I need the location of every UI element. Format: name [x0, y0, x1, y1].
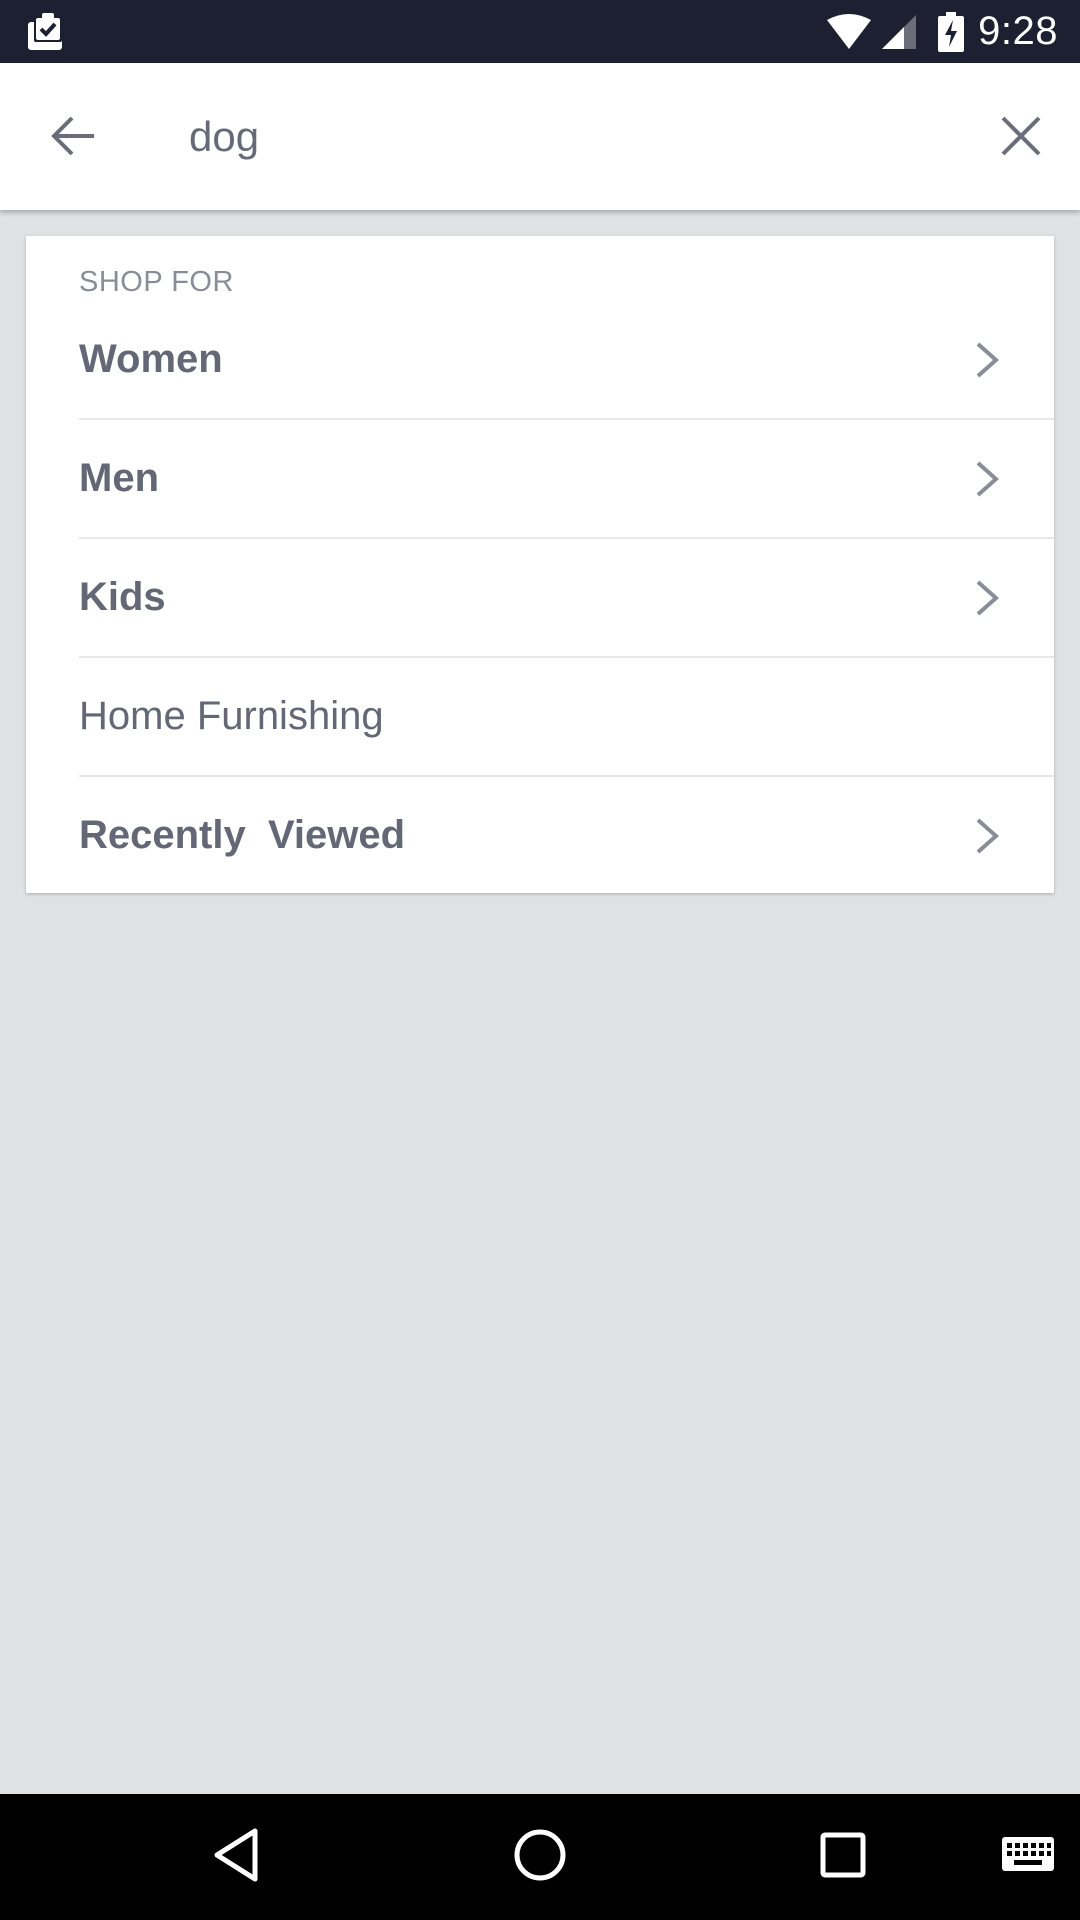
keyboard-icon	[1000, 1835, 1056, 1880]
list-item-label: Kids	[79, 575, 166, 619]
arrow-left-icon	[50, 116, 96, 161]
search-header	[0, 63, 1080, 210]
shop-for-label: SHOP FOR	[79, 266, 234, 298]
list-item-label: Home Furnishing	[79, 694, 384, 738]
home-circle-icon	[512, 1827, 568, 1888]
status-bar: 9:28	[0, 0, 1080, 63]
wifi-icon	[826, 13, 872, 50]
chevron-right-icon	[972, 814, 1002, 858]
chevron-right-icon	[972, 457, 1002, 501]
status-icons: 9:28	[826, 0, 1058, 63]
list-item-recently-viewed[interactable]: Recently Viewed	[79, 777, 1054, 894]
list-item-women[interactable]: Women	[79, 301, 1054, 420]
close-icon	[1001, 116, 1041, 161]
shop-for-list: Women Men Kids Home Furnishing Recently …	[79, 301, 1054, 894]
list-item-kids[interactable]: Kids	[79, 539, 1054, 658]
chevron-right-icon	[972, 338, 1002, 382]
search-input[interactable]	[189, 101, 949, 173]
list-item-label: Men	[79, 456, 159, 500]
clipboard-check-icon	[27, 12, 67, 52]
clear-search-button[interactable]	[988, 105, 1054, 171]
signal-icon	[880, 14, 918, 50]
chevron-right-icon	[972, 576, 1002, 620]
back-button[interactable]	[40, 105, 106, 171]
nav-back-button[interactable]	[198, 1819, 274, 1895]
list-item-label: Women	[79, 337, 223, 381]
recents-square-icon	[818, 1830, 868, 1885]
nav-home-button[interactable]	[502, 1819, 578, 1895]
back-triangle-icon	[211, 1827, 261, 1888]
list-item-men[interactable]: Men	[79, 420, 1054, 539]
list-item-label: Recently Viewed	[79, 813, 406, 857]
nav-recents-button[interactable]	[805, 1819, 881, 1895]
list-item-home-furnishing[interactable]: Home Furnishing	[79, 658, 1054, 777]
clock: 9:28	[978, 9, 1058, 53]
navigation-bar	[0, 1794, 1080, 1920]
nav-keyboard-button[interactable]	[990, 1819, 1066, 1895]
shop-for-card: SHOP FOR Women Men Kids Home Furnishing …	[26, 236, 1054, 893]
battery-charging-icon	[938, 11, 965, 52]
